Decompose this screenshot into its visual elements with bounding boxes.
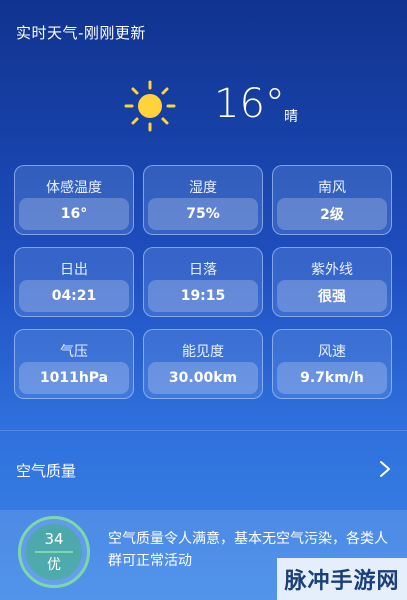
aqi-divider: [35, 551, 73, 553]
watermark-logo: 脉冲手游网: [277, 558, 407, 600]
detail-label: 体感温度: [46, 180, 102, 196]
detail-value: 9.7km/h: [300, 370, 364, 386]
detail-value: 19:15: [180, 288, 226, 304]
current-condition: 晴: [284, 109, 298, 125]
detail-label: 风速: [318, 344, 346, 360]
detail-label: 能见度: [182, 344, 224, 360]
detail-card-feels-like: 体感温度 16°: [14, 165, 134, 235]
page-title: 实时天气-刚刚更新: [16, 24, 146, 42]
detail-label: 日出: [60, 262, 88, 278]
detail-label: 气压: [60, 344, 88, 360]
aqi-value: 34: [44, 530, 64, 548]
detail-value: 16°: [60, 206, 88, 222]
chevron-right-icon[interactable]: [379, 460, 391, 478]
detail-card-pressure: 气压 1011hPa: [14, 329, 134, 399]
detail-card-sunrise: 日出 04:21: [14, 247, 134, 317]
aqi-level: 优: [47, 557, 61, 573]
section-divider: [0, 430, 407, 431]
detail-card-sunset: 日落 19:15: [143, 247, 263, 317]
detail-card-wind-speed: 风速 9.7km/h: [272, 329, 392, 399]
detail-label: 紫外线: [311, 262, 353, 278]
detail-value: 2级: [320, 207, 344, 223]
detail-value: 很强: [318, 289, 346, 305]
detail-card-wind-direction: 南风 2级: [272, 165, 392, 235]
detail-card-uv-index: 紫外线 很强: [272, 247, 392, 317]
sun-icon: [124, 80, 176, 132]
detail-card-humidity: 湿度 75%: [143, 165, 263, 235]
current-temperature: 16°: [214, 81, 285, 127]
detail-card-visibility: 能见度 30.00km: [143, 329, 263, 399]
detail-value: 30.00km: [168, 370, 238, 386]
air-quality-row[interactable]: 空气质量: [0, 448, 407, 492]
detail-value: 75%: [186, 206, 220, 222]
current-weather: 16° 晴: [0, 76, 407, 136]
detail-label: 南风: [318, 180, 346, 196]
weather-details-grid: 体感温度 16° 湿度 75% 南风 2级 日出 04:21 日落 19:15 …: [14, 165, 393, 399]
detail-label: 日落: [189, 262, 217, 278]
detail-value: 1011hPa: [39, 370, 109, 386]
detail-label: 湿度: [189, 180, 217, 196]
air-quality-label: 空气质量: [16, 462, 77, 480]
aqi-badge: 34 优: [18, 516, 90, 588]
detail-value: 04:21: [51, 288, 97, 304]
